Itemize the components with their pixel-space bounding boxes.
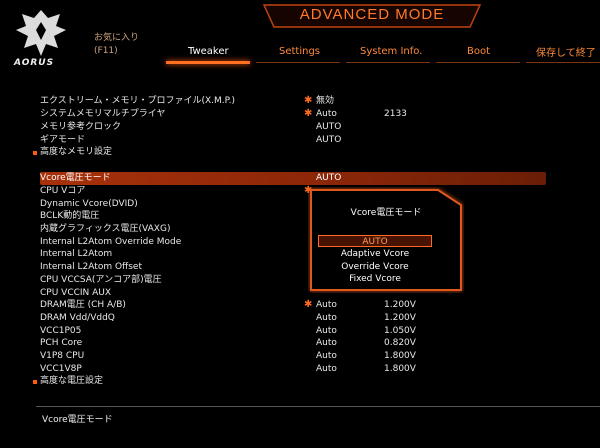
- page-title: ADVANCED MODE: [299, 6, 445, 23]
- submenu-advanced-memory[interactable]: 高度なメモリ設定: [33, 146, 600, 159]
- setting-row-dram-voltage[interactable]: DRAM電圧 (CH A/B) ✱ Auto 1.200V: [40, 299, 600, 312]
- help-text: Vcore電圧モード: [42, 415, 113, 425]
- setting-row-xmp[interactable]: エクストリーム・メモリ・プロファイル(X.M.P.) ✱ 無効: [40, 95, 600, 108]
- setting-value: AUTO: [316, 122, 342, 132]
- setting-label: エクストリーム・メモリ・プロファイル(X.M.P.): [40, 96, 236, 106]
- setting-label: CPU Vコア: [40, 186, 86, 196]
- setting-value: AUTO: [316, 173, 342, 183]
- setting-value: 無効: [316, 96, 335, 106]
- modified-star-icon: ✱: [304, 95, 313, 106]
- setting-label: メモリ参考クロック: [40, 122, 122, 132]
- setting-row-v1p8-cpu[interactable]: V1P8 CPU Auto 1.800V: [40, 350, 600, 363]
- setting-label: Internal L2Atom Offset: [40, 262, 142, 272]
- favorites-label: お気に入り: [94, 33, 140, 43]
- setting-label: Vcore電圧モード: [40, 173, 111, 183]
- tab-divider: [436, 62, 520, 63]
- setting-row-memory-multiplier[interactable]: システムメモリマルチプライヤ ✱ Auto 2133: [40, 108, 600, 121]
- setting-label: V1P8 CPU: [40, 351, 85, 361]
- setting-label: CPU VCCSA(アンコア部)電圧: [40, 275, 162, 285]
- submenu-bullet-icon: [33, 380, 37, 384]
- popup-option-auto[interactable]: AUTO: [318, 235, 432, 247]
- submenu-label: 高度な電圧設定: [40, 376, 104, 386]
- setting-row-vcore-mode[interactable]: Vcore電圧モード AUTO: [40, 172, 546, 185]
- setting-label: Internal L2Atom: [40, 249, 113, 259]
- submenu-bullet-icon: [33, 151, 37, 155]
- modified-star-icon: ✱: [304, 108, 313, 119]
- setting-label: PCH Core: [40, 338, 83, 348]
- setting-label: システムメモリマルチプライヤ: [40, 109, 166, 119]
- favorites-key: (F11): [94, 46, 118, 56]
- setting-value: Auto: [316, 351, 337, 361]
- popup-option-fixed-vcore[interactable]: Fixed Vcore: [318, 273, 432, 285]
- setting-value: Auto: [316, 109, 337, 119]
- tab-system-info[interactable]: System Info.: [360, 46, 422, 63]
- tab-divider: [526, 62, 600, 63]
- setting-current-value: 1.200V: [384, 313, 416, 323]
- setting-value: Auto: [316, 313, 337, 323]
- popup-option-override-vcore[interactable]: Override Vcore: [318, 261, 432, 273]
- setting-value: Auto: [316, 338, 337, 348]
- submenu-advanced-voltage[interactable]: 高度な電圧設定: [33, 375, 600, 388]
- tab-save-exit[interactable]: 保存して終了: [536, 44, 596, 59]
- tab-settings[interactable]: Settings: [279, 46, 320, 63]
- tab-divider: [256, 62, 340, 63]
- favorites-button[interactable]: お気に入り (F11): [94, 32, 139, 58]
- setting-label: DRAM Vdd/VddQ: [40, 313, 115, 323]
- setting-label: DRAM電圧 (CH A/B): [40, 300, 126, 310]
- help-divider: [36, 406, 600, 407]
- setting-label: 内蔵グラフィックス電圧(VAXG): [40, 224, 171, 234]
- modified-star-icon: ✱: [304, 299, 313, 310]
- setting-current-value: 1.800V: [384, 351, 416, 361]
- popup-title: Vcore電圧モード: [350, 208, 422, 218]
- active-tab-indicator: [166, 61, 250, 64]
- submenu-label: 高度なメモリ設定: [40, 147, 113, 157]
- setting-row-memory-ref-clock[interactable]: メモリ参考クロック AUTO: [40, 121, 600, 134]
- setting-current-value: 2133: [384, 109, 407, 119]
- brand-name: AORUS: [14, 58, 55, 68]
- popup-option-adaptive-vcore[interactable]: Adaptive Vcore: [318, 248, 432, 260]
- setting-row-dram-vdd[interactable]: DRAM Vdd/VddQ Auto 1.200V: [40, 312, 600, 325]
- setting-current-value: 1.200V: [384, 300, 416, 310]
- setting-value: Auto: [316, 300, 337, 310]
- tab-divider: [346, 62, 430, 63]
- setting-row-pch-core[interactable]: PCH Core Auto 0.820V: [40, 337, 600, 350]
- setting-label: BCLK動的電圧: [40, 211, 100, 221]
- setting-current-value: 0.820V: [384, 338, 416, 348]
- tab-boot[interactable]: Boot: [467, 46, 490, 63]
